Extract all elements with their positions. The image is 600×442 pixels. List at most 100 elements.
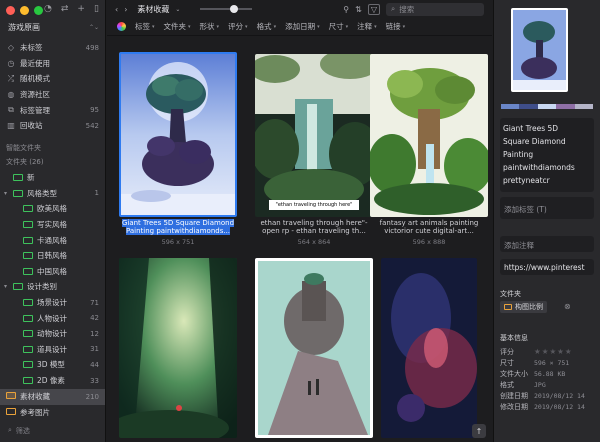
library-switcher[interactable]: 游戏原画 ⌃⌄ bbox=[8, 22, 99, 33]
sidebar-item-count: 210 bbox=[85, 392, 99, 401]
sidebar-item-tag-manager[interactable]: ⧉ 标签管理 95 bbox=[0, 102, 105, 118]
folder-chip[interactable]: 构图比例 bbox=[500, 301, 547, 313]
filter-tags[interactable]: 标签 ▾ bbox=[135, 21, 155, 32]
sidebar-folder-item[interactable]: 道具设计 31 bbox=[0, 342, 105, 358]
caret-icon[interactable]: ▾ bbox=[4, 190, 12, 197]
forward-icon[interactable]: › bbox=[124, 5, 127, 14]
folder-icon bbox=[23, 299, 33, 307]
tags-input[interactable]: 添加标签 (T) bbox=[500, 197, 594, 219]
sidebar-item-community[interactable]: ◍ 资源社区 bbox=[0, 87, 105, 103]
folder-label: 卡通风格 bbox=[37, 235, 67, 245]
sidebar-folder-item[interactable]: 中国风格 bbox=[0, 264, 105, 280]
item-dimensions: 596 x 888 bbox=[412, 238, 446, 246]
palette-swatch[interactable] bbox=[556, 104, 575, 109]
url-field[interactable]: https://www.pinterest bbox=[500, 259, 594, 275]
folder-label: 风格类型 bbox=[27, 188, 57, 198]
folder-label: 场景设计 bbox=[37, 298, 67, 308]
sidebar-item-random[interactable]: ⤮ 随机模式 bbox=[0, 71, 105, 87]
filter-size[interactable]: 尺寸 ▾ bbox=[329, 21, 349, 32]
caret-icon[interactable]: ▾ bbox=[4, 283, 12, 290]
filter-link[interactable]: 链接 ▾ bbox=[386, 21, 406, 32]
filter-format[interactable]: 格式 ▾ bbox=[257, 21, 277, 32]
notes-input[interactable]: 添加注释 bbox=[500, 236, 594, 252]
prop-size: 尺寸 596 × 751 bbox=[500, 358, 570, 367]
palette-swatch[interactable] bbox=[574, 104, 594, 109]
sidebar-folder-item[interactable]: 新 bbox=[0, 170, 105, 186]
sync-icon[interactable]: ⇄ bbox=[61, 4, 69, 14]
slider-knob[interactable] bbox=[230, 5, 239, 13]
item-name-field[interactable]: Giant Trees 5D Square Diamond Painting p… bbox=[500, 118, 594, 192]
sort-icon[interactable]: ⇅ bbox=[355, 5, 362, 14]
filter-notes[interactable]: 注释 ▾ bbox=[357, 21, 377, 32]
sidebar-folder-item[interactable]: 写实风格 bbox=[0, 217, 105, 233]
back-icon[interactable]: ‹ bbox=[115, 5, 118, 14]
tag-icon: ◇ bbox=[7, 43, 15, 53]
sidebar-item-trash[interactable]: ▥ 回收站 542 bbox=[0, 118, 105, 134]
thumbnail-image[interactable]: "ethan traveling through here" bbox=[255, 54, 373, 217]
folder-icon bbox=[23, 361, 33, 369]
overlay-caption: "ethan traveling through here" bbox=[275, 202, 353, 208]
filter-folders[interactable]: 文件夹 ▾ bbox=[164, 21, 191, 32]
title-chevron-icon[interactable]: ⌄ bbox=[175, 6, 180, 13]
prop-modified: 修改日期 2019/08/12 14 bbox=[500, 402, 585, 411]
folders-header[interactable]: 文件夹 (26) bbox=[0, 155, 105, 168]
filter-funnel-icon[interactable]: ▽ bbox=[367, 3, 380, 15]
preview-image[interactable] bbox=[511, 8, 568, 92]
folder-icon bbox=[23, 314, 33, 322]
palette-swatch[interactable] bbox=[501, 104, 520, 109]
sidebar-item-count: 498 bbox=[85, 43, 99, 52]
sidebar-item-collection[interactable]: 素材收藏 210 bbox=[0, 389, 105, 405]
sidebar-folder-item[interactable]: 动物设计 12 bbox=[0, 326, 105, 342]
pin-icon[interactable]: ⚲ bbox=[343, 5, 349, 14]
filter-icon: ⌕ bbox=[8, 426, 12, 434]
close-window-button[interactable] bbox=[6, 6, 15, 15]
smart-folders-header[interactable]: 智能文件夹 bbox=[0, 141, 105, 154]
sidebar-item-reference[interactable]: 参考图片 bbox=[0, 405, 105, 421]
sidebar-filter[interactable]: ⌕ 筛选 bbox=[4, 423, 101, 438]
thumbnail-image[interactable] bbox=[381, 258, 477, 438]
thumbnail-image[interactable] bbox=[370, 54, 488, 217]
minimize-window-button[interactable] bbox=[20, 6, 29, 15]
remove-folder-icon[interactable]: ⊗ bbox=[564, 302, 571, 311]
color-palette[interactable] bbox=[501, 104, 594, 109]
rating-stars[interactable]: ★★★★★ bbox=[534, 347, 573, 356]
palette-swatch[interactable] bbox=[537, 104, 557, 109]
sidebar-folder-item[interactable]: 人物设计 42 bbox=[0, 310, 105, 326]
sidebar-item-label: 参考图片 bbox=[20, 407, 50, 417]
filter-date-added[interactable]: 添加日期 ▾ bbox=[285, 21, 320, 32]
sidebar-folder-item[interactable]: 场景设计 71 bbox=[0, 295, 105, 311]
filter-rating[interactable]: 评分 ▾ bbox=[228, 21, 248, 32]
scroll-to-top-button[interactable]: ↑ bbox=[472, 424, 486, 438]
filter-shape[interactable]: 形状 ▾ bbox=[200, 21, 220, 32]
add-icon[interactable]: + bbox=[77, 4, 85, 14]
thumbnail-image[interactable] bbox=[119, 52, 237, 217]
sidebar-folder-item[interactable]: 日韩风格 bbox=[0, 248, 105, 264]
folder-icon bbox=[23, 345, 33, 353]
folder-icon bbox=[23, 377, 33, 385]
sidebar-item-recent[interactable]: ◷ 最近使用 bbox=[0, 56, 105, 72]
palette-swatch[interactable] bbox=[519, 104, 538, 109]
folder-icon bbox=[23, 205, 33, 213]
zoom-window-button[interactable] bbox=[34, 6, 43, 15]
sidebar-folder-item[interactable]: 欧美风格 bbox=[0, 201, 105, 217]
thumbnail-image[interactable] bbox=[119, 258, 237, 438]
page-title: 素材收藏 bbox=[137, 4, 170, 14]
filter-input[interactable]: 筛选 bbox=[16, 426, 30, 436]
folder-count: 44 bbox=[90, 360, 99, 369]
sidebar-folder-item[interactable]: 2D 像素 33 bbox=[0, 373, 105, 389]
thumbnail-image[interactable] bbox=[255, 258, 373, 438]
sidebar-toggle-icon[interactable]: ▯ bbox=[94, 4, 99, 14]
folder-icon bbox=[23, 236, 33, 244]
thumbnail-size-slider[interactable] bbox=[200, 5, 253, 13]
sidebar-folder-item[interactable]: 卡通风格 bbox=[0, 232, 105, 248]
sidebar-item-untagged[interactable]: ◇ 未标签 498 bbox=[0, 40, 105, 56]
folder-icon bbox=[23, 221, 33, 229]
sidebar-folder-item[interactable]: ▾ 风格类型 1 bbox=[0, 186, 105, 202]
sidebar-folder-item[interactable]: ▾ 设计类别 bbox=[0, 279, 105, 295]
bell-icon[interactable]: ◔ bbox=[44, 4, 52, 14]
color-filter-icon[interactable] bbox=[117, 22, 126, 31]
search-input[interactable]: 搜索 bbox=[399, 4, 414, 15]
search-box[interactable]: ⌕ 搜索 bbox=[386, 2, 484, 16]
folder-count: 12 bbox=[90, 329, 99, 338]
sidebar-folder-item[interactable]: 3D 模型 44 bbox=[0, 357, 105, 373]
